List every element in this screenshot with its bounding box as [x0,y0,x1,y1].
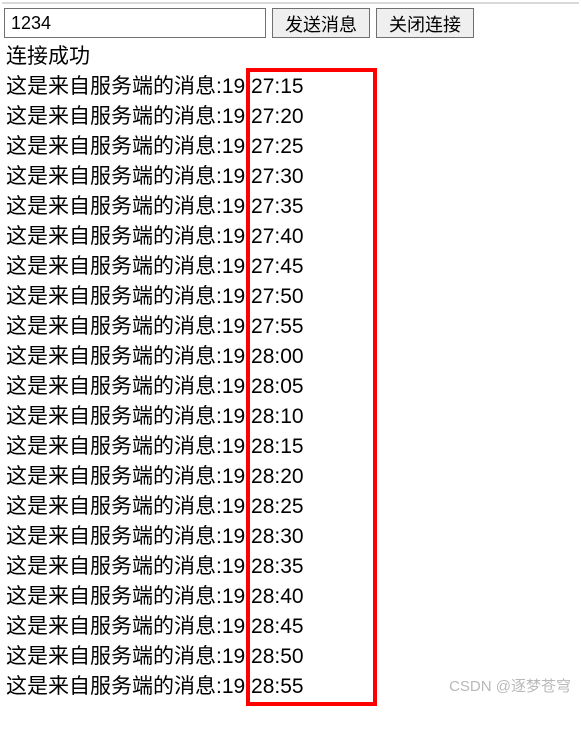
message-time: 19:27:20 [222,102,304,132]
message-row: 这是来自服务端的消息: 19:28:40 [6,582,575,612]
message-prefix: 这是来自服务端的消息: [6,372,222,402]
message-time: 19:27:40 [222,222,304,252]
message-row: 这是来自服务端的消息: 19:27:35 [6,192,575,222]
message-prefix: 这是来自服务端的消息: [6,432,222,462]
message-prefix: 这是来自服务端的消息: [6,552,222,582]
message-prefix: 这是来自服务端的消息: [6,102,222,132]
close-button[interactable]: 关闭连接 [376,8,474,38]
message-row: 这是来自服务端的消息: 19:28:50 [6,642,575,672]
message-row: 这是来自服务端的消息: 19:28:00 [6,342,575,372]
message-row: 这是来自服务端的消息: 19:27:55 [6,312,575,342]
message-time: 19:28:05 [222,372,304,402]
message-time: 19:28:45 [222,612,304,642]
message-time: 19:28:35 [222,552,304,582]
message-prefix: 这是来自服务端的消息: [6,492,222,522]
message-prefix: 这是来自服务端的消息: [6,282,222,312]
message-prefix: 这是来自服务端的消息: [6,342,222,372]
message-log: 这是来自服务端的消息: 19:27:15这是来自服务端的消息: 19:27:20… [2,72,579,702]
message-prefix: 这是来自服务端的消息: [6,162,222,192]
message-row: 这是来自服务端的消息: 19:28:10 [6,402,575,432]
message-prefix: 这是来自服务端的消息: [6,192,222,222]
message-row: 这是来自服务端的消息: 19:28:45 [6,612,575,642]
message-time: 19:28:15 [222,432,304,462]
message-time: 19:27:30 [222,162,304,192]
message-prefix: 这是来自服务端的消息: [6,462,222,492]
controls-bar: 发送消息 关闭连接 [2,2,579,42]
message-row: 这是来自服务端的消息: 19:28:35 [6,552,575,582]
message-input[interactable] [4,8,266,38]
message-time: 19:27:15 [222,72,304,102]
watermark-text: CSDN @逐梦苍穹 [449,675,571,696]
message-row: 这是来自服务端的消息: 19:28:30 [6,522,575,552]
message-row: 这是来自服务端的消息: 19:28:15 [6,432,575,462]
connection-status: 连接成功 [2,42,579,72]
message-row: 这是来自服务端的消息: 19:28:05 [6,372,575,402]
message-row: 这是来自服务端的消息: 19:27:40 [6,222,575,252]
message-prefix: 这是来自服务端的消息: [6,252,222,282]
message-time: 19:28:30 [222,522,304,552]
message-row: 这是来自服务端的消息: 19:27:30 [6,162,575,192]
message-prefix: 这是来自服务端的消息: [6,612,222,642]
message-time: 19:28:20 [222,462,304,492]
message-time: 19:28:55 [222,672,304,702]
message-row: 这是来自服务端的消息: 19:27:20 [6,102,575,132]
message-prefix: 这是来自服务端的消息: [6,72,222,102]
message-time: 19:27:50 [222,282,304,312]
message-time: 19:28:50 [222,642,304,672]
message-prefix: 这是来自服务端的消息: [6,522,222,552]
message-row: 这是来自服务端的消息: 19:28:20 [6,462,575,492]
message-prefix: 这是来自服务端的消息: [6,672,222,702]
message-time: 19:27:35 [222,192,304,222]
message-time: 19:27:55 [222,312,304,342]
message-prefix: 这是来自服务端的消息: [6,402,222,432]
message-row: 这是来自服务端的消息: 19:28:25 [6,492,575,522]
message-row: 这是来自服务端的消息: 19:27:25 [6,132,575,162]
message-prefix: 这是来自服务端的消息: [6,642,222,672]
message-time: 19:27:45 [222,252,304,282]
message-time: 19:28:40 [222,582,304,612]
message-row: 这是来自服务端的消息: 19:27:50 [6,282,575,312]
message-row: 这是来自服务端的消息: 19:27:15 [6,72,575,102]
message-prefix: 这是来自服务端的消息: [6,582,222,612]
message-time: 19:27:25 [222,132,304,162]
message-prefix: 这是来自服务端的消息: [6,312,222,342]
message-row: 这是来自服务端的消息: 19:27:45 [6,252,575,282]
send-button[interactable]: 发送消息 [272,8,370,38]
message-time: 19:28:10 [222,402,304,432]
message-prefix: 这是来自服务端的消息: [6,222,222,252]
message-prefix: 这是来自服务端的消息: [6,132,222,162]
message-time: 19:28:00 [222,342,304,372]
message-time: 19:28:25 [222,492,304,522]
